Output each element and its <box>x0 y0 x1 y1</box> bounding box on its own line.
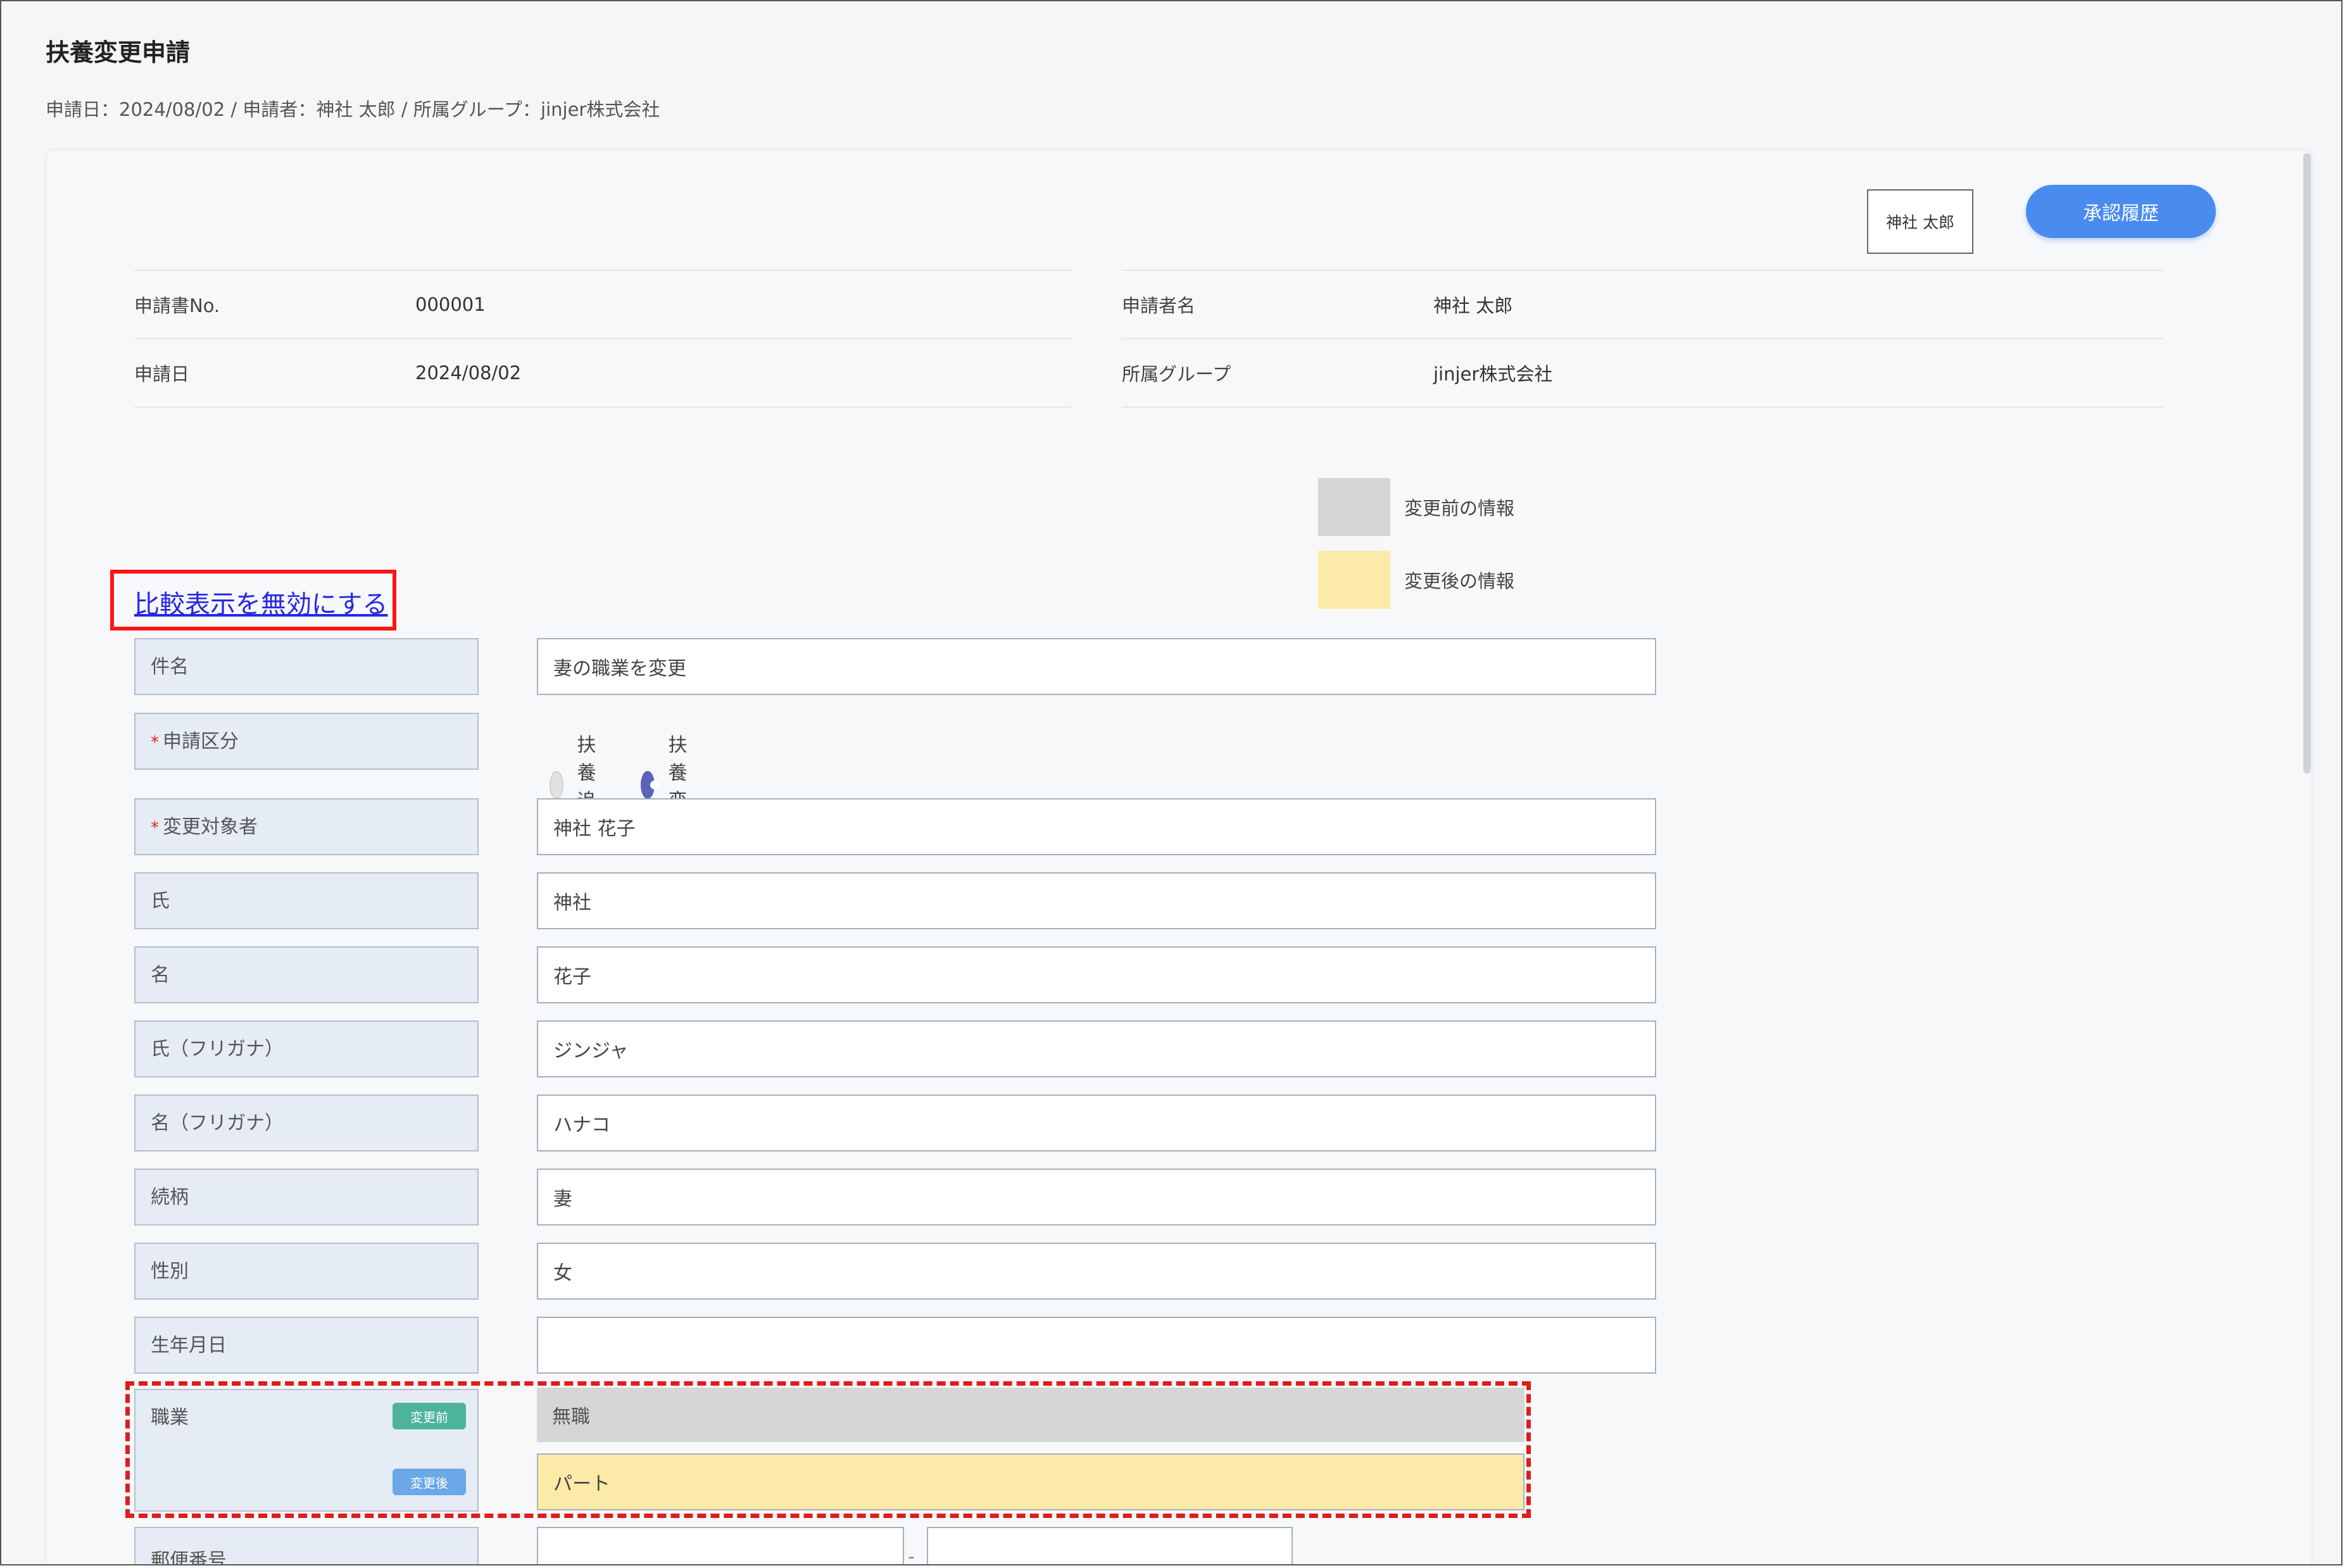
radio-button-unselected[interactable] <box>550 771 563 799</box>
occupation-highlight <box>125 1381 1531 1518</box>
target-person-input[interactable]: 神社 花子 <box>537 798 1656 855</box>
info-label: 申請書No. <box>134 295 220 317</box>
legend-after-label: 変更後の情報 <box>1404 570 1515 592</box>
field-label: 氏（フリガナ） <box>134 1020 479 1077</box>
info-table-right: 申請者名 神社 太郎 所属グループ jinjer株式会社 <box>1122 270 2163 408</box>
field-label: 件名 <box>134 638 479 695</box>
approval-history-button[interactable]: 承認履歴 <box>2026 185 2216 238</box>
info-value: 神社 太郎 <box>1433 295 1513 317</box>
field-label: 名（フリガナ） <box>134 1094 479 1151</box>
info-label: 申請者名 <box>1122 295 1196 317</box>
field-label-text: 郵便番号 <box>151 1550 227 1565</box>
field-label-text: 名 <box>151 964 170 986</box>
field-label: * 申請区分 <box>134 713 479 770</box>
field-label-text: 氏（フリガナ） <box>151 1038 284 1060</box>
info-value: 000001 <box>415 294 486 315</box>
field-label-text: 性別 <box>151 1260 189 1283</box>
legend-after-swatch <box>1318 551 1390 609</box>
relationship-input[interactable]: 妻 <box>537 1169 1656 1226</box>
scrollbar[interactable] <box>2303 153 2311 774</box>
info-row-group: 所属グループ jinjer株式会社 <box>1122 338 2163 408</box>
legend-after: 変更後の情報 <box>1318 551 1514 609</box>
info-label: 所属グループ <box>1122 363 1231 385</box>
subject-input[interactable]: 妻の職業を変更 <box>537 638 1656 695</box>
field-label-text: 変更対象者 <box>163 816 258 838</box>
info-value: jinjer株式会社 <box>1433 363 1553 385</box>
field-label: 性別 <box>134 1243 479 1300</box>
field-label-text: 生年月日 <box>151 1334 227 1357</box>
postal-code-separator: - <box>908 1546 915 1565</box>
field-label-text: 氏 <box>151 890 170 912</box>
field-label: 生年月日 <box>134 1317 479 1374</box>
first-name-input[interactable]: 花子 <box>537 946 1656 1003</box>
field-label: 続柄 <box>134 1169 479 1226</box>
required-mark: * <box>151 733 159 752</box>
gender-input[interactable]: 女 <box>537 1243 1656 1300</box>
page-title: 扶養変更申請 <box>46 39 191 66</box>
info-table-left: 申請書No. 000001 申請日 2024/08/02 <box>134 270 1071 408</box>
page-subtitle: 申請日：2024/08/02 / 申請者：神社 太郎 / 所属グループ：jinj… <box>46 99 660 120</box>
postal-code-first-input[interactable] <box>537 1527 904 1564</box>
postal-code-second-input[interactable] <box>927 1527 1293 1564</box>
info-row-applicant-name: 申請者名 神社 太郎 <box>1122 270 2163 338</box>
field-label-text: 続柄 <box>151 1186 189 1208</box>
legend-before-label: 変更前の情報 <box>1404 498 1515 519</box>
last-name-kana-input[interactable]: ジンジャ <box>537 1020 1656 1077</box>
disable-comparison-link[interactable]: 比較表示を無効にする <box>134 584 387 620</box>
legend-before: 変更前の情報 <box>1318 478 1514 536</box>
field-label-text: 件名 <box>151 656 189 678</box>
radio-button-selected[interactable] <box>641 771 659 799</box>
field-label-text: 申請区分 <box>163 731 239 753</box>
field-label: 氏 <box>134 872 479 929</box>
last-name-input[interactable]: 神社 <box>537 872 1656 929</box>
info-row-application-no: 申請書No. 000001 <box>134 270 1071 338</box>
field-label: 名 <box>134 946 479 1003</box>
birthdate-input[interactable] <box>537 1317 1656 1374</box>
field-label: * 変更対象者 <box>134 798 479 855</box>
first-name-kana-input[interactable]: ハナコ <box>537 1094 1656 1151</box>
info-row-application-date: 申請日 2024/08/02 <box>134 338 1071 408</box>
field-label-text: 名（フリガナ） <box>151 1112 284 1134</box>
approver-stamp: 神社 太郎 <box>1867 189 1973 254</box>
required-mark: * <box>151 818 159 837</box>
legend-before-swatch <box>1318 478 1390 536</box>
info-label: 申請日 <box>134 363 190 385</box>
application-window: 扶養変更申請 申請日：2024/08/02 / 申請者：神社 太郎 / 所属グル… <box>0 0 2342 1565</box>
info-value: 2024/08/02 <box>415 362 522 384</box>
postal-code-label: 郵便番号 <box>134 1527 479 1565</box>
